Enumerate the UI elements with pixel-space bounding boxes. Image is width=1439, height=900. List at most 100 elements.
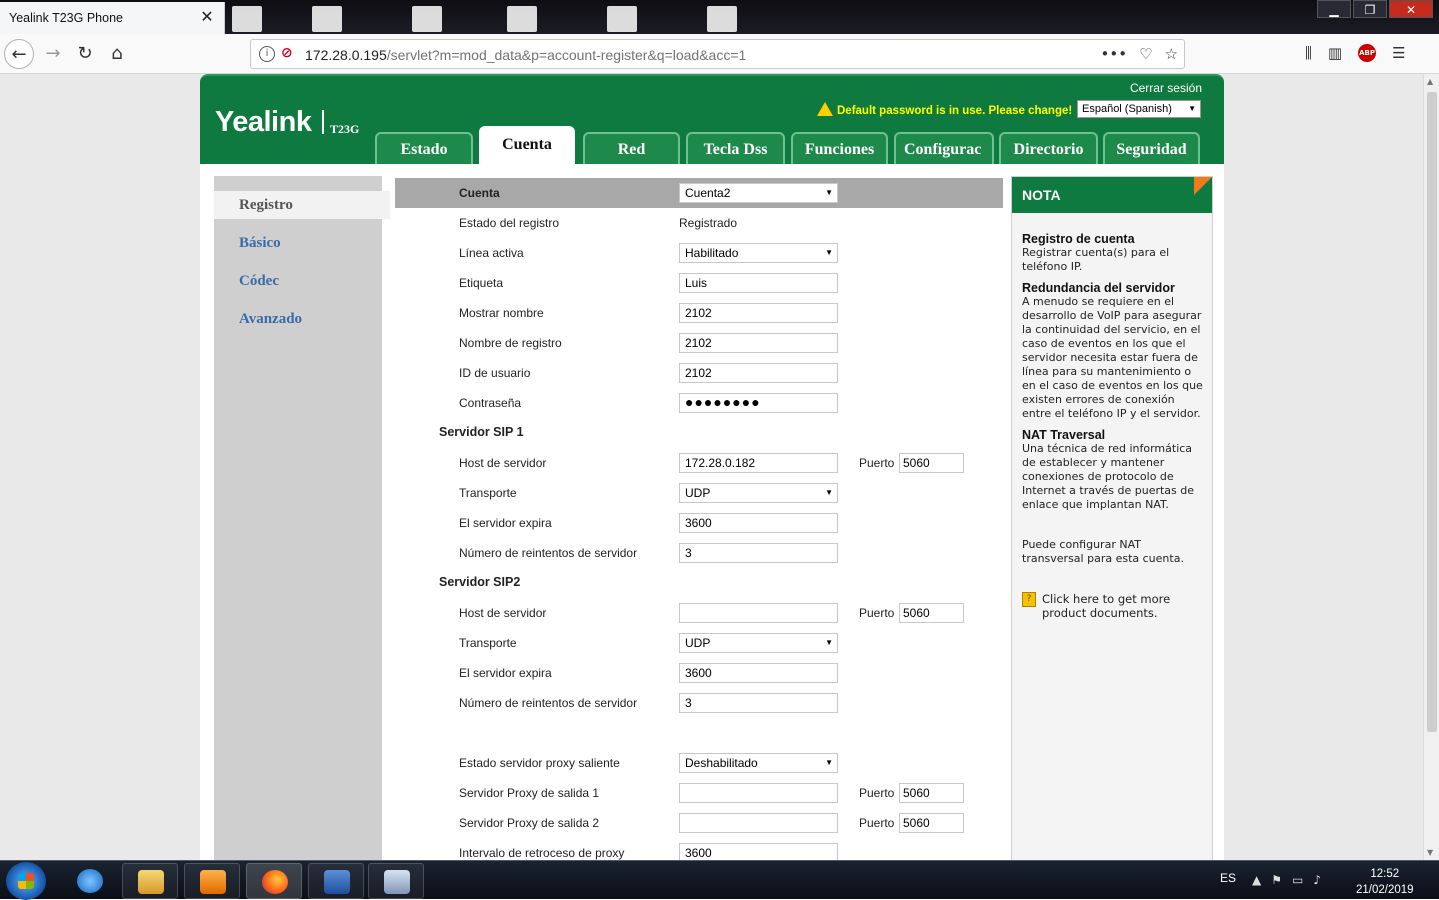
sip1-expires-input[interactable]: 3600 <box>679 513 838 533</box>
account-select[interactable]: Cuenta2 ▼ <box>679 183 838 203</box>
sip1-host-input[interactable]: 172.28.0.182 <box>679 453 838 473</box>
tag-input[interactable]: Luis <box>679 273 838 293</box>
menu-icon[interactable]: ☰ <box>1392 44 1405 62</box>
sidebar-item-avanzado[interactable]: Avanzado <box>214 305 382 333</box>
tab-directorio[interactable]: Directorio <box>999 132 1098 166</box>
clock-date: 21/02/2019 <box>1356 884 1414 896</box>
page-actions-icon[interactable]: ••• <box>1101 45 1128 63</box>
taskbar-word[interactable] <box>308 863 364 899</box>
virtualbox-icon <box>384 870 410 894</box>
reload-icon[interactable]: ↻ <box>70 39 100 69</box>
scroll-thumb[interactable] <box>1427 92 1437 732</box>
proxy2-port-label: Puerto <box>859 816 895 830</box>
browser-tab[interactable]: Yealink T23G Phone ✕ <box>0 2 225 34</box>
sip1-host-label: Host de servidor <box>459 456 547 470</box>
taskbar-virtualbox[interactable] <box>368 863 424 899</box>
window-close-icon[interactable]: ✕ <box>1389 0 1433 18</box>
url-text[interactable]: 172.28.0.195/servlet?m=mod_data&p=accoun… <box>305 47 746 63</box>
restore-icon[interactable]: ❐ <box>1353 0 1387 18</box>
sip1-transport-label: Transporte <box>459 486 517 500</box>
url-host: 172.28.0.195 <box>305 47 387 63</box>
start-button[interactable] <box>6 862 46 900</box>
insecure-lock-icon[interactable]: ⊘ <box>281 45 295 63</box>
note-corner-icon <box>1194 177 1212 195</box>
docs-link-text[interactable]: Click here to get more product documents… <box>1042 592 1206 620</box>
tag-label: Etiqueta <box>459 276 504 290</box>
url-actions: ••• ♡ ☆ <box>1101 45 1178 63</box>
taskbar-ie[interactable] <box>62 863 118 899</box>
tab-close-icon[interactable]: ✕ <box>198 8 216 26</box>
tab-tecla-dss[interactable]: Tecla Dss <box>686 132 785 166</box>
url-bar[interactable]: i ⊘ 172.28.0.195/servlet?m=mod_data&p=ac… <box>250 39 1185 69</box>
sip2-host-input[interactable] <box>679 603 838 623</box>
sip2-port-input[interactable]: 5060 <box>899 603 964 623</box>
tab-seguridad[interactable]: Seguridad <box>1103 132 1200 166</box>
sip1-retry-input[interactable]: 3 <box>679 543 838 563</box>
note-s3-text: Una técnica de red informática de establ… <box>1022 442 1195 511</box>
chevron-down-icon: ▼ <box>825 248 833 257</box>
browser-navbar: ← → ↻ ⌂ i ⊘ 172.28.0.195/servlet?m=mod_d… <box>0 34 1439 74</box>
fallback-input[interactable]: 3600 <box>679 843 838 860</box>
docs-link[interactable]: ? Click here to get more product documen… <box>1022 592 1206 620</box>
language-value: Español (Spanish) <box>1082 103 1172 115</box>
display-name-input[interactable]: 2102 <box>679 303 838 323</box>
tray-icons[interactable]: ▲⚑▭♪ <box>1252 873 1331 887</box>
pocket-icon[interactable]: ♡ <box>1139 45 1152 63</box>
tab-red[interactable]: Red <box>583 132 680 166</box>
register-name-input[interactable]: 2102 <box>679 333 838 353</box>
logo-separator <box>322 110 324 134</box>
sip2-expires-input[interactable]: 3600 <box>679 663 838 683</box>
user-id-input[interactable]: 2102 <box>679 363 838 383</box>
sip1-port-input[interactable]: 5060 <box>899 453 964 473</box>
taskbar-clock[interactable]: 12:52 21/02/2019 <box>1356 866 1414 898</box>
sip2-transport-select[interactable]: UDP ▼ <box>679 633 838 653</box>
sip1-transport-select[interactable]: UDP ▼ <box>679 483 838 503</box>
page-viewport: Yealink T23G Cerrar sesión Default passw… <box>0 74 1423 860</box>
tab-cuenta[interactable]: Cuenta <box>479 126 575 166</box>
bookmark-star-icon[interactable]: ☆ <box>1165 45 1178 63</box>
media-player-icon <box>200 870 226 894</box>
language-select[interactable]: Español (Spanish) ▼ <box>1077 100 1201 118</box>
note-s1-text: Registrar cuenta(s) para el teléfono IP. <box>1022 246 1170 273</box>
proxy2-input[interactable] <box>679 813 838 833</box>
scroll-down-icon[interactable]: ▼ <box>1427 848 1433 857</box>
sidebar-item-codec[interactable]: Códec <box>214 267 382 295</box>
info-icon[interactable]: i <box>259 46 275 62</box>
taskbar-explorer[interactable] <box>122 863 178 899</box>
account-sidebar: Registro Básico Códec Avanzado <box>214 176 390 860</box>
page-scrollbar[interactable]: ▲ ▼ <box>1423 74 1439 860</box>
user-id-label: ID de usuario <box>459 366 531 380</box>
sidebar-item-registro[interactable]: Registro <box>214 191 390 219</box>
windows-taskbar: ES ▲⚑▭♪ 12:52 21/02/2019 <box>0 860 1439 900</box>
scroll-up-icon[interactable]: ▲ <box>1427 77 1433 86</box>
register-name-label: Nombre de registro <box>459 336 562 350</box>
back-arrow-icon[interactable]: ← <box>4 39 34 69</box>
tab-configuracion[interactable]: Configurac <box>894 132 994 166</box>
proxy-state-label: Estado servidor proxy saliente <box>459 756 620 770</box>
sidebar-icon[interactable]: ▥ <box>1328 44 1342 62</box>
firefox-icon <box>262 870 288 894</box>
taskbar-media-player[interactable] <box>184 863 240 899</box>
adblock-icon[interactable]: ABP <box>1358 44 1377 62</box>
proxy1-port-input[interactable]: 5060 <box>899 783 964 803</box>
taskbar-firefox[interactable] <box>246 863 302 899</box>
proxy2-port-input[interactable]: 5060 <box>899 813 964 833</box>
forward-arrow-icon[interactable]: → <box>38 39 68 69</box>
tab-estado[interactable]: Estado <box>375 132 473 166</box>
line-active-select[interactable]: Habilitado ▼ <box>679 243 838 263</box>
minimize-icon[interactable]: ▁ <box>1317 0 1351 18</box>
yealink-header: Yealink T23G Cerrar sesión Default passw… <box>200 74 1224 166</box>
proxy1-label: Servidor Proxy de salida 1 <box>459 786 600 800</box>
tab-title: Yealink T23G Phone <box>9 11 123 25</box>
sip2-retry-input[interactable]: 3 <box>679 693 838 713</box>
library-icon[interactable]: ⫼ <box>1305 44 1312 62</box>
home-icon[interactable]: ⌂ <box>102 39 132 69</box>
tab-funciones[interactable]: Funciones <box>791 132 888 166</box>
sip2-port-label: Puerto <box>859 606 895 620</box>
sidebar-item-basico[interactable]: Básico <box>214 229 382 257</box>
password-input[interactable]: ●●●●●●●● <box>679 393 838 413</box>
proxy1-input[interactable] <box>679 783 838 803</box>
logout-link[interactable]: Cerrar sesión <box>1130 81 1202 95</box>
proxy-state-select[interactable]: Deshabilitado ▼ <box>679 753 838 773</box>
input-language[interactable]: ES <box>1220 871 1236 885</box>
